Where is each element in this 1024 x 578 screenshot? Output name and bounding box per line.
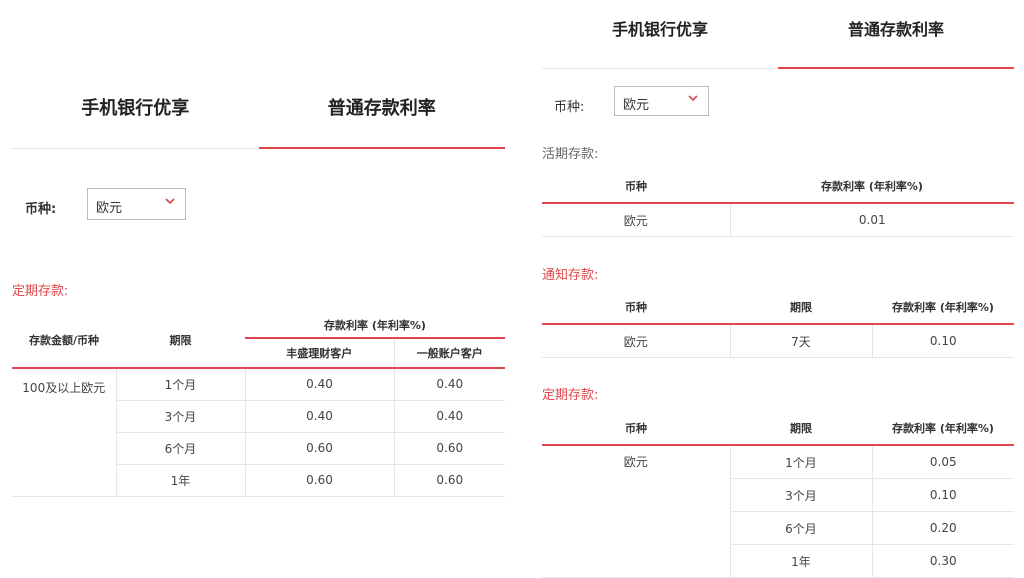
rate-cell: 0.05 — [871, 445, 1014, 479]
section-title-demand-deposit: 活期存款: — [542, 147, 599, 162]
currency-cell: 欧元 — [542, 324, 730, 358]
term-cell: 7天 — [729, 324, 872, 358]
col-header-currency: 币种 — [542, 291, 730, 325]
amount-cell: 100及以上欧元 — [12, 368, 116, 497]
demand-deposit-table: 币种 存款利率 (年利率%) 欧元 0.01 — [542, 170, 1014, 237]
rate-general-cell: 0.60 — [393, 464, 505, 497]
tab-bar: 手机银行优享 普通存款利率 — [12, 70, 505, 149]
rate-cell: 0.10 — [871, 478, 1014, 512]
col-header-rate-general: 一般账户客户 — [393, 338, 505, 369]
rate-wealth-cell: 0.40 — [244, 368, 394, 401]
term-cell: 3个月 — [729, 478, 872, 512]
rate-wealth-cell: 0.60 — [244, 464, 394, 497]
col-header-term: 期限 — [116, 312, 245, 369]
fixed-deposit-table: 币种 期限 存款利率 (年利率%) 欧元 1个月 0.05 3个月 0.10 6… — [542, 412, 1014, 578]
rate-general-cell: 0.40 — [393, 368, 505, 401]
currency-label: 币种: — [554, 100, 585, 115]
table-row: 欧元 0.01 — [542, 203, 1014, 237]
col-header-currency: 币种 — [542, 170, 730, 204]
rate-cell: 0.20 — [871, 511, 1014, 545]
term-cell: 1个月 — [115, 368, 245, 401]
col-header-rate: 存款利率 (年利率%) — [872, 291, 1014, 325]
currency-cell: 欧元 — [542, 203, 730, 237]
term-cell: 3个月 — [115, 400, 245, 433]
col-header-term: 期限 — [730, 291, 872, 325]
tab-regular-deposit-rates[interactable]: 普通存款利率 — [778, 0, 1014, 69]
chevron-down-icon — [688, 93, 698, 103]
term-cell: 6个月 — [729, 511, 872, 545]
rate-cell: 0.10 — [871, 324, 1014, 358]
col-header-currency: 币种 — [542, 412, 730, 446]
fixed-deposit-table: 存款金额/币种 期限 存款利率 (年利率%) 丰盛理财客户 一般账户客户 100… — [12, 312, 505, 497]
col-header-term: 期限 — [730, 412, 872, 446]
currency-select[interactable]: 欧元 — [614, 86, 709, 116]
term-cell: 1个月 — [729, 445, 872, 479]
rate-general-cell: 0.40 — [393, 400, 505, 433]
table-row: 欧元 1个月 0.05 — [542, 445, 1014, 578]
section-title-notice-deposit: 通知存款: — [542, 268, 599, 283]
currency-select-value: 欧元 — [96, 201, 123, 216]
currency-select-value: 欧元 — [623, 98, 650, 113]
col-header-rate: 存款利率 (年利率%) — [872, 412, 1014, 446]
rate-cell: 0.01 — [729, 203, 1014, 237]
tab-bar: 手机银行优享 普通存款利率 — [542, 0, 1014, 69]
col-header-rate: 存款利率 (年利率%) — [730, 170, 1014, 204]
rate-wealth-cell: 0.60 — [244, 432, 394, 465]
section-title-fixed-deposit: 定期存款: — [542, 388, 599, 403]
term-cell: 1年 — [729, 544, 872, 578]
term-cell: 1年 — [115, 464, 245, 497]
col-header-amount: 存款金额/币种 — [12, 312, 116, 369]
currency-label: 币种: — [25, 202, 57, 217]
col-header-rate-wealth: 丰盛理财客户 — [245, 338, 394, 369]
rate-wealth-cell: 0.40 — [244, 400, 394, 433]
currency-cell: 欧元 — [542, 445, 730, 578]
tab-regular-deposit-rates[interactable]: 普通存款利率 — [258, 70, 506, 149]
right-panel: 手机银行优享 普通存款利率 币种: 欧元 活期存款: 币种 存款利率 (年利率%… — [530, 0, 1024, 578]
left-panel: 手机银行优享 普通存款利率 币种: 欧元 定期存款: 存款金额/币种 期限 存款… — [0, 0, 520, 576]
col-header-rate: 存款利率 (年利率%) — [245, 312, 505, 339]
rate-general-cell: 0.60 — [393, 432, 505, 465]
chevron-down-icon — [165, 196, 175, 206]
rate-cell: 0.30 — [871, 544, 1014, 578]
table-row: 100及以上欧元 1个月 0.40 0.40 — [12, 368, 505, 497]
table-row: 欧元 7天 0.10 — [542, 324, 1014, 358]
tab-mobile-banking[interactable]: 手机银行优享 — [542, 0, 778, 68]
notice-deposit-table: 币种 期限 存款利率 (年利率%) 欧元 7天 0.10 — [542, 291, 1014, 358]
section-title-fixed-deposit: 定期存款: — [12, 284, 69, 299]
term-cell: 6个月 — [115, 432, 245, 465]
currency-select[interactable]: 欧元 — [87, 188, 186, 220]
tab-mobile-banking[interactable]: 手机银行优享 — [12, 70, 259, 148]
